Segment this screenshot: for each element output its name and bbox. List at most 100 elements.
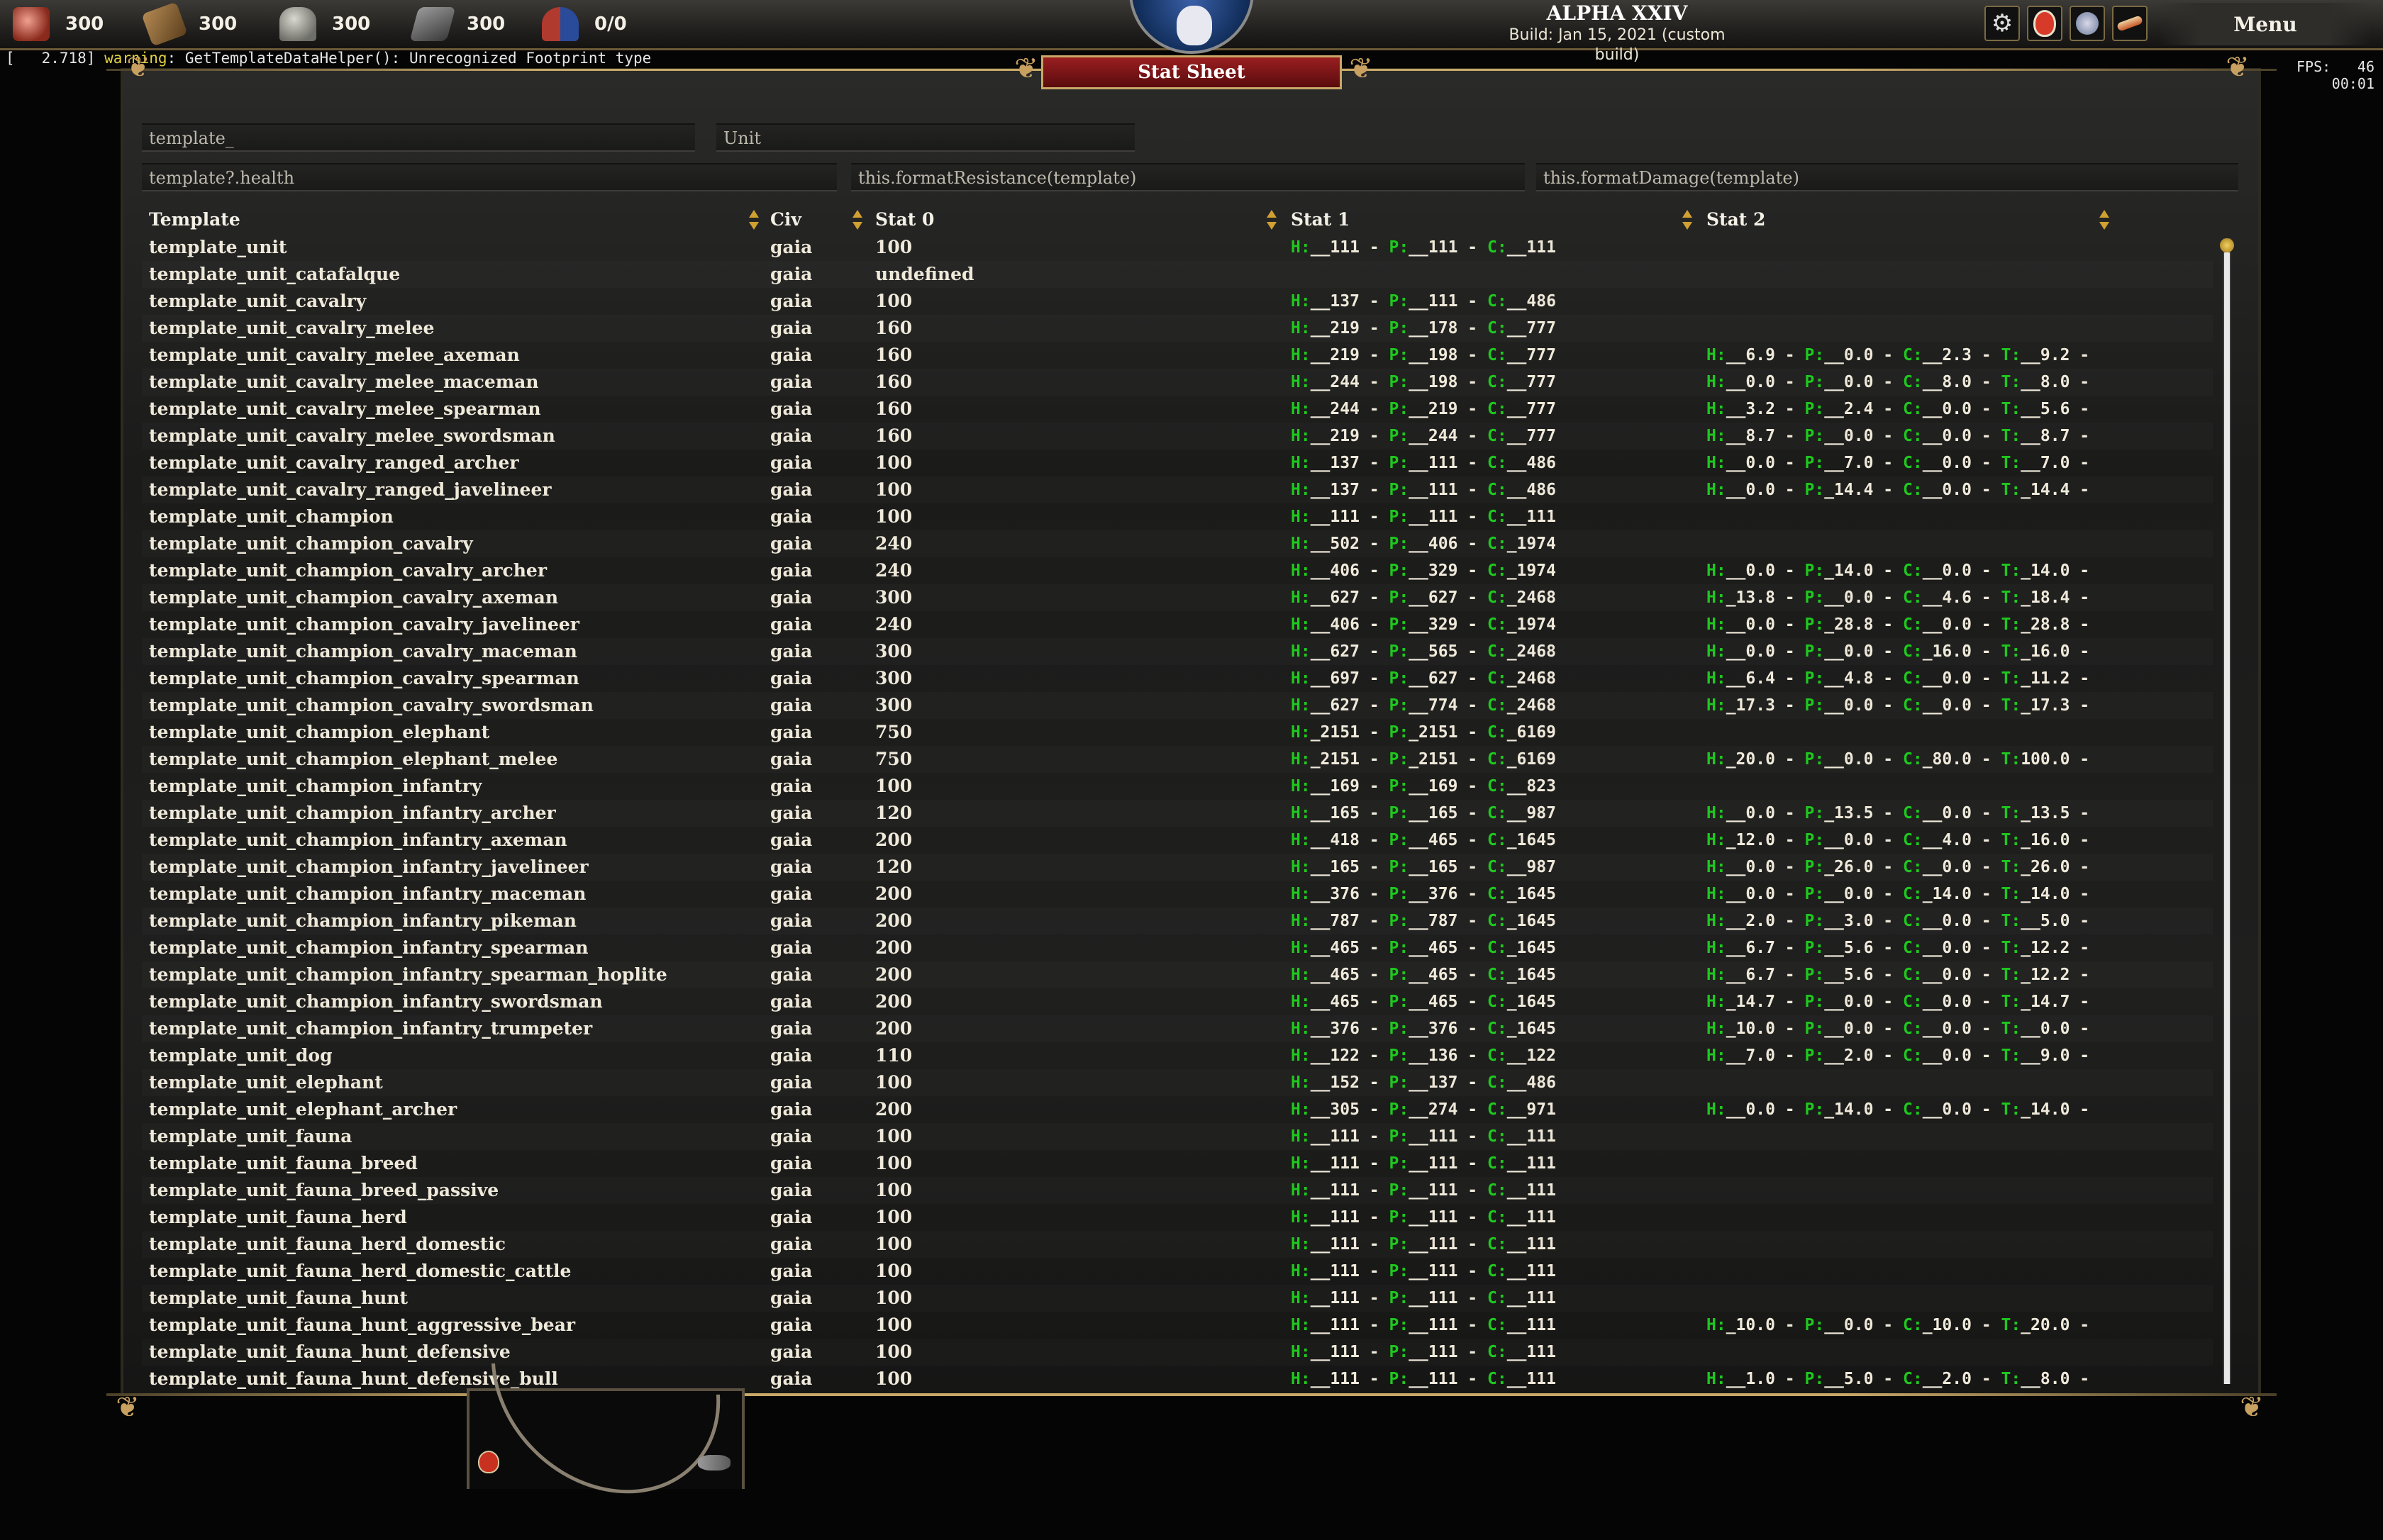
table-row[interactable]: template_unit_champion_elephant_melee gai… bbox=[142, 746, 2213, 773]
table-row[interactable]: template_unit_champion_infantry_spearman… bbox=[142, 961, 2213, 988]
panel-border-bottom bbox=[106, 1393, 2277, 1396]
column-header-stat1[interactable]: Stat 1 bbox=[1291, 207, 1350, 233]
column-header-template[interactable]: Template bbox=[149, 207, 240, 233]
table-row[interactable]: template_unit_fauna gaia 100 H:__111 - P:__… bbox=[142, 1123, 2213, 1150]
table-row[interactable]: template_unit_champion_cavalry gaia 240 H:_… bbox=[142, 530, 2213, 557]
table-row[interactable]: template_unit_elephant gaia 100 H:__152 - P… bbox=[142, 1069, 2213, 1096]
table-row[interactable]: template_unit_champion_infantry_spearman… bbox=[142, 934, 2213, 961]
table-row[interactable]: template_unit_cavalry_ranged_archer gaia 1… bbox=[142, 450, 2213, 476]
column-header-stat0[interactable]: Stat 0 bbox=[875, 207, 934, 233]
resistance-value: __111 bbox=[1409, 238, 1458, 257]
stat0-expression-input[interactable]: template?.health bbox=[142, 163, 837, 191]
table-row[interactable]: template_unit_champion_infantry_maceman g… bbox=[142, 881, 2213, 908]
sort-icon[interactable] bbox=[852, 210, 862, 231]
damage-value: _17.3 bbox=[1726, 696, 1775, 715]
template-name: template_unit_champion_infantry_swordsma… bbox=[149, 991, 603, 1012]
table-row[interactable]: template_unit_champion_cavalry_maceman ga… bbox=[142, 638, 2213, 665]
sort-icon[interactable] bbox=[2099, 210, 2109, 231]
table-row[interactable]: template_unit_fauna_hunt gaia 100 H:__111 -… bbox=[142, 1285, 2213, 1312]
stat2-damage: H:__3.2 - P:__2.4 - C:__0.0 - T:__5.6 - bbox=[1706, 400, 2099, 418]
stat0-value: 120 bbox=[875, 803, 913, 823]
table-row[interactable]: template_unit_fauna_hunt_defensive gaia 10… bbox=[142, 1339, 2213, 1366]
stat2-expression-input[interactable]: this.formatDamage(template) bbox=[1536, 163, 2238, 191]
table-row[interactable]: template_unit_champion_infantry_trumpete… bbox=[142, 1015, 2213, 1042]
table-row[interactable]: template_unit_champion_infantry_pikeman g… bbox=[142, 908, 2213, 934]
table-row[interactable]: template_unit_champion_cavalry_spearman g… bbox=[142, 665, 2213, 692]
scrollbar-track[interactable] bbox=[2224, 252, 2230, 1384]
table-row[interactable]: template_unit_champion_cavalry_archer gai… bbox=[142, 557, 2213, 584]
stat2-damage: H:_20.0 - P:__0.0 - C:_80.0 - T:100.0 - bbox=[1706, 750, 2099, 769]
table-row[interactable]: template_unit_cavalry gaia 100 H:__137 - P:… bbox=[142, 288, 2213, 315]
table-row[interactable]: template_unit_champion_cavalry_swordsman… bbox=[142, 692, 2213, 719]
trade-button[interactable] bbox=[2070, 6, 2105, 41]
resistance-value: __198 bbox=[1409, 346, 1458, 364]
menu-button[interactable]: Menu bbox=[2159, 3, 2372, 45]
resistance-value: __111 bbox=[1310, 1343, 1360, 1361]
damage-value: __2.4 bbox=[1824, 400, 1874, 418]
resource-stone[interactable]: 300 bbox=[279, 4, 370, 44]
stat2-damage: H:__0.0 - P:_28.8 - C:__0.0 - T:_28.8 - bbox=[1706, 615, 2099, 634]
column-header-stat2[interactable]: Stat 2 bbox=[1706, 207, 1765, 233]
table-row[interactable]: template_unit_champion_infantry_archer ga… bbox=[142, 800, 2213, 827]
resistance-value: __987 bbox=[1506, 858, 1556, 876]
table-row[interactable]: template_unit_fauna_hunt_defensive_bull g… bbox=[142, 1366, 2213, 1391]
stat1-resistance: H:__111 - P:__111 - C:__111 bbox=[1291, 1181, 1556, 1200]
resistance-value: __274 bbox=[1409, 1100, 1458, 1119]
damage-value: _28.8 bbox=[2021, 615, 2070, 634]
table-row[interactable]: template_unit_fauna_breed_passive gaia 100… bbox=[142, 1177, 2213, 1204]
sort-icon[interactable] bbox=[749, 210, 759, 231]
table-row[interactable]: template_unit_fauna_herd_domestic_cattle… bbox=[142, 1258, 2213, 1285]
idle-worker-icon[interactable] bbox=[698, 1455, 731, 1471]
resource-population[interactable]: 0/0 bbox=[542, 4, 627, 44]
civ-name: gaia bbox=[770, 372, 813, 392]
table-row[interactable]: template_unit_fauna_breed gaia 100 H:__111 … bbox=[142, 1150, 2213, 1177]
table-row[interactable]: template_unit_cavalry_melee gaia 160 H:__21… bbox=[142, 315, 2213, 342]
damage-value: __2.3 bbox=[1922, 346, 1972, 364]
table-row[interactable]: template_unit_cavalry_melee_swordsman gai… bbox=[142, 423, 2213, 450]
column-header-civ[interactable]: Civ bbox=[770, 207, 801, 233]
civ-name: gaia bbox=[770, 937, 813, 958]
table-row[interactable]: template_unit_fauna_herd_domestic gaia 100… bbox=[142, 1231, 2213, 1258]
table-row[interactable]: template_unit_fauna_hunt_aggressive_bear… bbox=[142, 1312, 2213, 1339]
damage-value: __8.7 bbox=[2021, 427, 2070, 445]
table-row[interactable]: template_unit_cavalry_melee_axeman gaia 16… bbox=[142, 342, 2213, 369]
resistance-value: __111 bbox=[1506, 1343, 1556, 1361]
stat1-resistance: H:__111 - P:__111 - C:__111 bbox=[1291, 1208, 1556, 1227]
diplomacy-button[interactable] bbox=[2027, 6, 2062, 41]
damage-value: __7.0 bbox=[1824, 454, 1874, 472]
table-row[interactable]: template_unit_champion_elephant gaia 750 H:… bbox=[142, 719, 2213, 746]
damage-value: __0.0 bbox=[1922, 939, 1972, 957]
table-row[interactable]: template_unit_champion_infantry_axeman ga… bbox=[142, 827, 2213, 854]
table-row[interactable]: template_unit_champion_cavalry_axeman gai… bbox=[142, 584, 2213, 611]
template-name: template_unit_champion_infantry_trumpete… bbox=[149, 1018, 593, 1039]
table-row[interactable]: template_unit gaia 100 H:__111 - P:__111 - … bbox=[142, 234, 2213, 261]
table-row[interactable]: template_unit_cavalry_melee_maceman gaia 1… bbox=[142, 369, 2213, 396]
flare-icon[interactable] bbox=[478, 1451, 499, 1473]
template-filter-input[interactable]: template_ bbox=[142, 123, 695, 152]
scrollbar-thumb[interactable] bbox=[2220, 238, 2234, 252]
stat1-expression-input[interactable]: this.formatResistance(template) bbox=[851, 163, 1525, 191]
resource-food[interactable]: 300 bbox=[13, 4, 104, 44]
table-row[interactable]: template_unit_champion_infantry_javeline… bbox=[142, 854, 2213, 881]
damage-value: __0.0 bbox=[1922, 804, 1972, 822]
table-row[interactable]: template_unit_cavalry_melee_spearman gaia… bbox=[142, 396, 2213, 423]
stat1-resistance: H:__152 - P:__137 - C:__486 bbox=[1291, 1073, 1556, 1092]
resource-wood[interactable]: 300 bbox=[141, 1, 237, 47]
table-row[interactable]: template_unit_champion_infantry gaia 100 H:… bbox=[142, 773, 2213, 800]
settings-button[interactable]: ⚙ bbox=[1984, 6, 2020, 41]
table-row[interactable]: template_unit_champion gaia 100 H:__111 - P… bbox=[142, 503, 2213, 530]
sort-icon[interactable] bbox=[1682, 210, 1692, 231]
objectives-button[interactable] bbox=[2112, 6, 2148, 41]
table-row[interactable]: template_unit_champion_infantry_swordsma… bbox=[142, 988, 2213, 1015]
table-row[interactable]: template_unit_elephant_archer gaia 200 H:__… bbox=[142, 1096, 2213, 1123]
sort-icon[interactable] bbox=[1267, 210, 1277, 231]
resistance-value: _1645 bbox=[1506, 939, 1556, 957]
table-row[interactable]: template_unit_champion_cavalry_javelinee… bbox=[142, 611, 2213, 638]
stat2-damage: H:__0.0 - P:_14.0 - C:__0.0 - T:_14.0 - bbox=[1706, 1100, 2099, 1119]
table-row[interactable]: template_unit_catafalque gaia undefined bbox=[142, 261, 2213, 288]
type-filter-input[interactable]: Unit bbox=[716, 123, 1135, 152]
table-row[interactable]: template_unit_cavalry_ranged_javelineer g… bbox=[142, 476, 2213, 503]
table-row[interactable]: template_unit_fauna_herd gaia 100 H:__111 -… bbox=[142, 1204, 2213, 1231]
resource-metal[interactable]: 300 bbox=[409, 4, 505, 44]
table-row[interactable]: template_unit_dog gaia 110 H:__122 - P:__13… bbox=[142, 1042, 2213, 1069]
